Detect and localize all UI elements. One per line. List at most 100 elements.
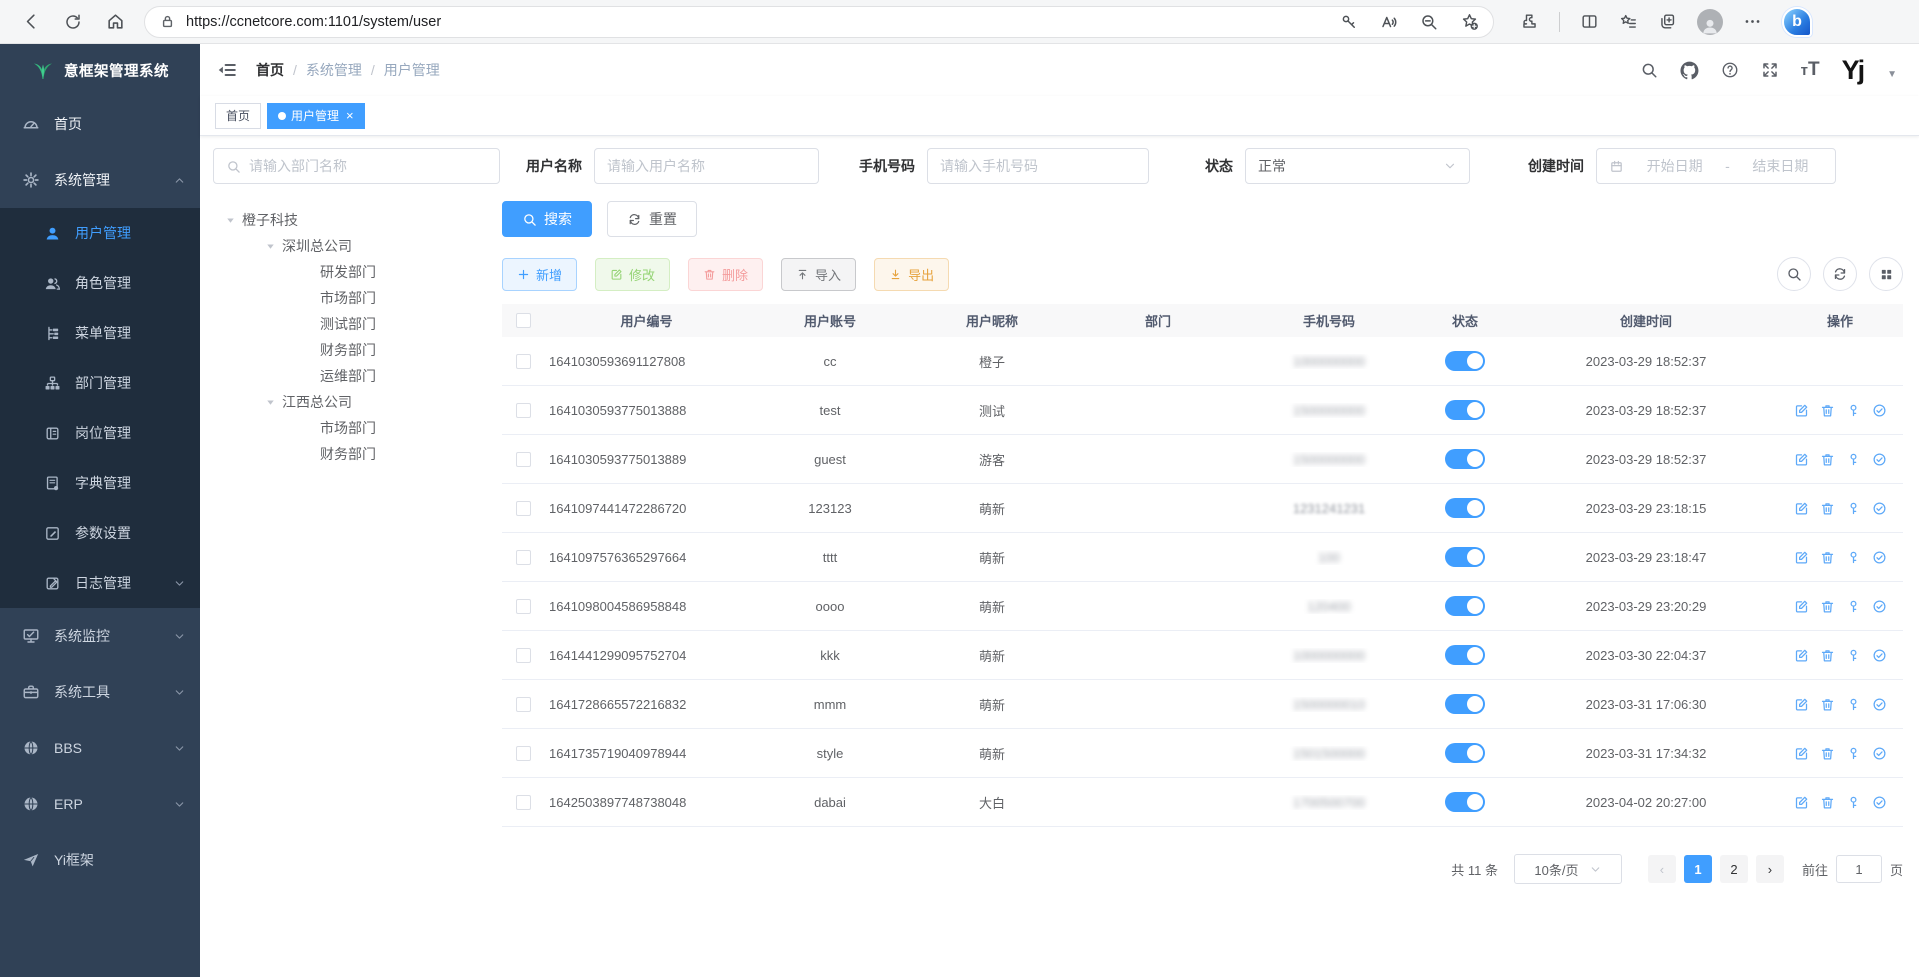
lock-icon[interactable] xyxy=(159,13,176,30)
assign-role-action-icon[interactable] xyxy=(1872,501,1887,516)
modify-button[interactable]: 修改 xyxy=(595,258,670,291)
status-toggle[interactable] xyxy=(1445,743,1485,763)
sidebar-item-dict-mgmt[interactable]: 字典管理 xyxy=(0,458,200,508)
row-checkbox[interactable] xyxy=(516,550,531,565)
status-toggle[interactable] xyxy=(1445,400,1485,420)
reset-password-action-icon[interactable] xyxy=(1846,501,1861,516)
sidebar-item-tools[interactable]: 系统工具 xyxy=(0,664,200,720)
status-toggle[interactable] xyxy=(1445,645,1485,665)
goto-page-input[interactable] xyxy=(1836,855,1882,883)
row-checkbox[interactable] xyxy=(516,599,531,614)
reset-password-action-icon[interactable] xyxy=(1846,648,1861,663)
sidebar-item-post-mgmt[interactable]: 岗位管理 xyxy=(0,408,200,458)
tree-node[interactable]: 财务部门 xyxy=(213,441,502,467)
reset-password-action-icon[interactable] xyxy=(1846,697,1861,712)
fullscreen-icon[interactable] xyxy=(1761,61,1779,79)
username-field[interactable] xyxy=(607,158,806,174)
status-toggle[interactable] xyxy=(1445,498,1485,518)
breadcrumb-system[interactable]: 系统管理 xyxy=(306,60,362,80)
row-checkbox[interactable] xyxy=(516,746,531,761)
collapse-sidebar-icon[interactable] xyxy=(216,59,238,81)
delete-action-icon[interactable] xyxy=(1820,452,1835,467)
read-aloud-icon[interactable] xyxy=(1380,13,1398,31)
search-button[interactable]: 搜索 xyxy=(502,201,592,237)
assign-role-action-icon[interactable] xyxy=(1872,648,1887,663)
delete-action-icon[interactable] xyxy=(1820,795,1835,810)
tree-caret-icon[interactable] xyxy=(265,397,276,408)
font-size-icon[interactable]: тT xyxy=(1801,59,1820,81)
reset-password-action-icon[interactable] xyxy=(1846,550,1861,565)
assign-role-action-icon[interactable] xyxy=(1872,452,1887,467)
reset-password-action-icon[interactable] xyxy=(1846,795,1861,810)
tree-node[interactable]: 研发部门 xyxy=(213,259,502,285)
edit-action-icon[interactable] xyxy=(1794,550,1809,565)
tree-caret-icon[interactable] xyxy=(265,241,276,252)
assign-role-action-icon[interactable] xyxy=(1872,550,1887,565)
reset-password-action-icon[interactable] xyxy=(1846,599,1861,614)
assign-role-action-icon[interactable] xyxy=(1872,795,1887,810)
browser-home-button[interactable] xyxy=(98,5,132,39)
reset-password-action-icon[interactable] xyxy=(1846,403,1861,418)
split-screen-icon[interactable] xyxy=(1580,12,1599,31)
page-button-2[interactable]: 2 xyxy=(1720,855,1748,883)
favorites-icon[interactable] xyxy=(1619,12,1638,31)
user-avatar-logo[interactable]: Yj xyxy=(1842,57,1864,84)
status-toggle[interactable] xyxy=(1445,694,1485,714)
row-checkbox[interactable] xyxy=(516,697,531,712)
row-checkbox[interactable] xyxy=(516,403,531,418)
tree-node[interactable]: 财务部门 xyxy=(213,337,502,363)
help-icon[interactable] xyxy=(1721,61,1739,79)
phone-input[interactable] xyxy=(927,148,1149,184)
sidebar-item-menu-mgmt[interactable]: 菜单管理 xyxy=(0,308,200,358)
reset-password-action-icon[interactable] xyxy=(1846,452,1861,467)
tree-node[interactable]: 测试部门 xyxy=(213,311,502,337)
sidebar-item-user-mgmt[interactable]: 用户管理 xyxy=(0,208,200,258)
delete-action-icon[interactable] xyxy=(1820,501,1835,516)
sidebar-item-role-mgmt[interactable]: 角色管理 xyxy=(0,258,200,308)
page-size-select[interactable]: 10条/页 xyxy=(1514,854,1622,884)
edit-action-icon[interactable] xyxy=(1794,452,1809,467)
status-toggle[interactable] xyxy=(1445,596,1485,616)
sidebar-item-dept-mgmt[interactable]: 部门管理 xyxy=(0,358,200,408)
edit-action-icon[interactable] xyxy=(1794,599,1809,614)
refresh-table-button[interactable] xyxy=(1823,257,1857,291)
password-key-icon[interactable] xyxy=(1340,13,1358,31)
column-settings-button[interactable] xyxy=(1869,257,1903,291)
tag-user-mgmt[interactable]: 用户管理 × xyxy=(267,103,365,129)
reset-password-action-icon[interactable] xyxy=(1846,746,1861,761)
add-button[interactable]: 新增 xyxy=(502,258,577,291)
export-button[interactable]: 导出 xyxy=(874,258,949,291)
edit-action-icon[interactable] xyxy=(1794,795,1809,810)
username-input[interactable] xyxy=(594,148,819,184)
row-checkbox[interactable] xyxy=(516,354,531,369)
select-all-checkbox[interactable] xyxy=(516,313,531,328)
edit-action-icon[interactable] xyxy=(1794,648,1809,663)
delete-action-icon[interactable] xyxy=(1820,697,1835,712)
user-menu-caret-icon[interactable]: ▼ xyxy=(1887,69,1897,84)
row-checkbox[interactable] xyxy=(516,501,531,516)
tree-node[interactable]: 深圳总公司 xyxy=(213,233,502,259)
prev-page-button[interactable]: ‹ xyxy=(1648,855,1676,883)
close-icon[interactable]: × xyxy=(346,108,354,123)
delete-button[interactable]: 删除 xyxy=(688,258,763,291)
sidebar-item-log-mgmt[interactable]: 日志管理 xyxy=(0,558,200,608)
tree-node[interactable]: 江西总公司 xyxy=(213,389,502,415)
github-icon[interactable] xyxy=(1680,61,1699,80)
status-select[interactable]: 正常 xyxy=(1245,148,1470,184)
reset-button[interactable]: 重置 xyxy=(607,201,697,237)
tree-node[interactable]: 运维部门 xyxy=(213,363,502,389)
date-range-picker[interactable]: 开始日期 - 结束日期 xyxy=(1596,148,1836,184)
browser-back-button[interactable] xyxy=(14,5,48,39)
sidebar-item-param-settings[interactable]: 参数设置 xyxy=(0,508,200,558)
url-text[interactable]: https://ccnetcore.com:1101/system/user xyxy=(186,14,1340,30)
zoom-out-icon[interactable] xyxy=(1420,13,1438,31)
row-checkbox[interactable] xyxy=(516,648,531,663)
tag-home[interactable]: 首页 xyxy=(215,103,261,129)
profile-avatar[interactable] xyxy=(1697,9,1723,35)
status-toggle[interactable] xyxy=(1445,547,1485,567)
copilot-icon[interactable]: b xyxy=(1782,7,1812,37)
assign-role-action-icon[interactable] xyxy=(1872,697,1887,712)
assign-role-action-icon[interactable] xyxy=(1872,403,1887,418)
edit-action-icon[interactable] xyxy=(1794,403,1809,418)
header-search-icon[interactable] xyxy=(1640,61,1658,79)
